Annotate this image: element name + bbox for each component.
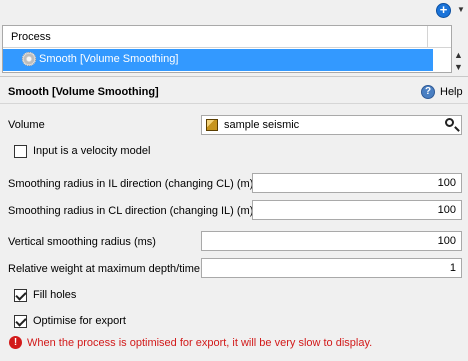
cl-radius-label: Smoothing radius in CL direction (changi… [8, 205, 254, 217]
cl-radius-input[interactable]: 100 [252, 200, 462, 220]
velocity-model-checkbox[interactable] [14, 145, 27, 158]
warning-message: When the process is optimised for export… [27, 337, 373, 349]
gear-icon [22, 52, 36, 66]
scroll-down-icon[interactable]: ▼ [454, 62, 463, 72]
fill-holes-checkbox[interactable] [14, 289, 27, 302]
optimise-export-label: Optimise for export [33, 315, 126, 327]
section-divider [0, 103, 468, 104]
help-icon[interactable]: ? [421, 85, 435, 99]
vertical-radius-label: Vertical smoothing radius (ms) [8, 236, 156, 248]
cube-icon [206, 119, 218, 131]
process-list-item[interactable]: Smooth [Volume Smoothing] [3, 49, 433, 71]
volume-selector[interactable]: sample seismic [201, 115, 462, 135]
il-radius-label: Smoothing radius in IL direction (changi… [8, 178, 254, 190]
vertical-radius-input[interactable]: 100 [201, 231, 462, 251]
il-radius-input[interactable]: 100 [252, 173, 462, 193]
scroll-up-icon[interactable]: ▲ [454, 50, 463, 60]
search-icon[interactable] [445, 118, 454, 127]
process-column-header-label: Process [11, 31, 51, 43]
section-title: Smooth [Volume Smoothing] [8, 86, 159, 98]
velocity-model-label: Input is a velocity model [33, 145, 151, 157]
volume-label: Volume [8, 119, 45, 131]
volume-value: sample seismic [224, 119, 300, 131]
divider [0, 76, 468, 77]
process-column-header[interactable]: Process [3, 26, 427, 48]
add-process-icon[interactable]: + [436, 3, 451, 18]
weight-input[interactable]: 1 [201, 258, 462, 278]
weight-label: Relative weight at maximum depth/time [8, 263, 200, 275]
help-button-label[interactable]: Help [440, 86, 463, 98]
process-list-item-label: Smooth [Volume Smoothing] [39, 53, 179, 65]
add-dropdown-caret-icon[interactable]: ▼ [457, 5, 465, 14]
process-list: Process Smooth [Volume Smoothing] [2, 25, 452, 73]
fill-holes-label: Fill holes [33, 289, 77, 301]
optimise-export-checkbox[interactable] [14, 315, 27, 328]
process-column-header-spacer [427, 26, 451, 48]
warning-icon: ! [9, 336, 22, 349]
